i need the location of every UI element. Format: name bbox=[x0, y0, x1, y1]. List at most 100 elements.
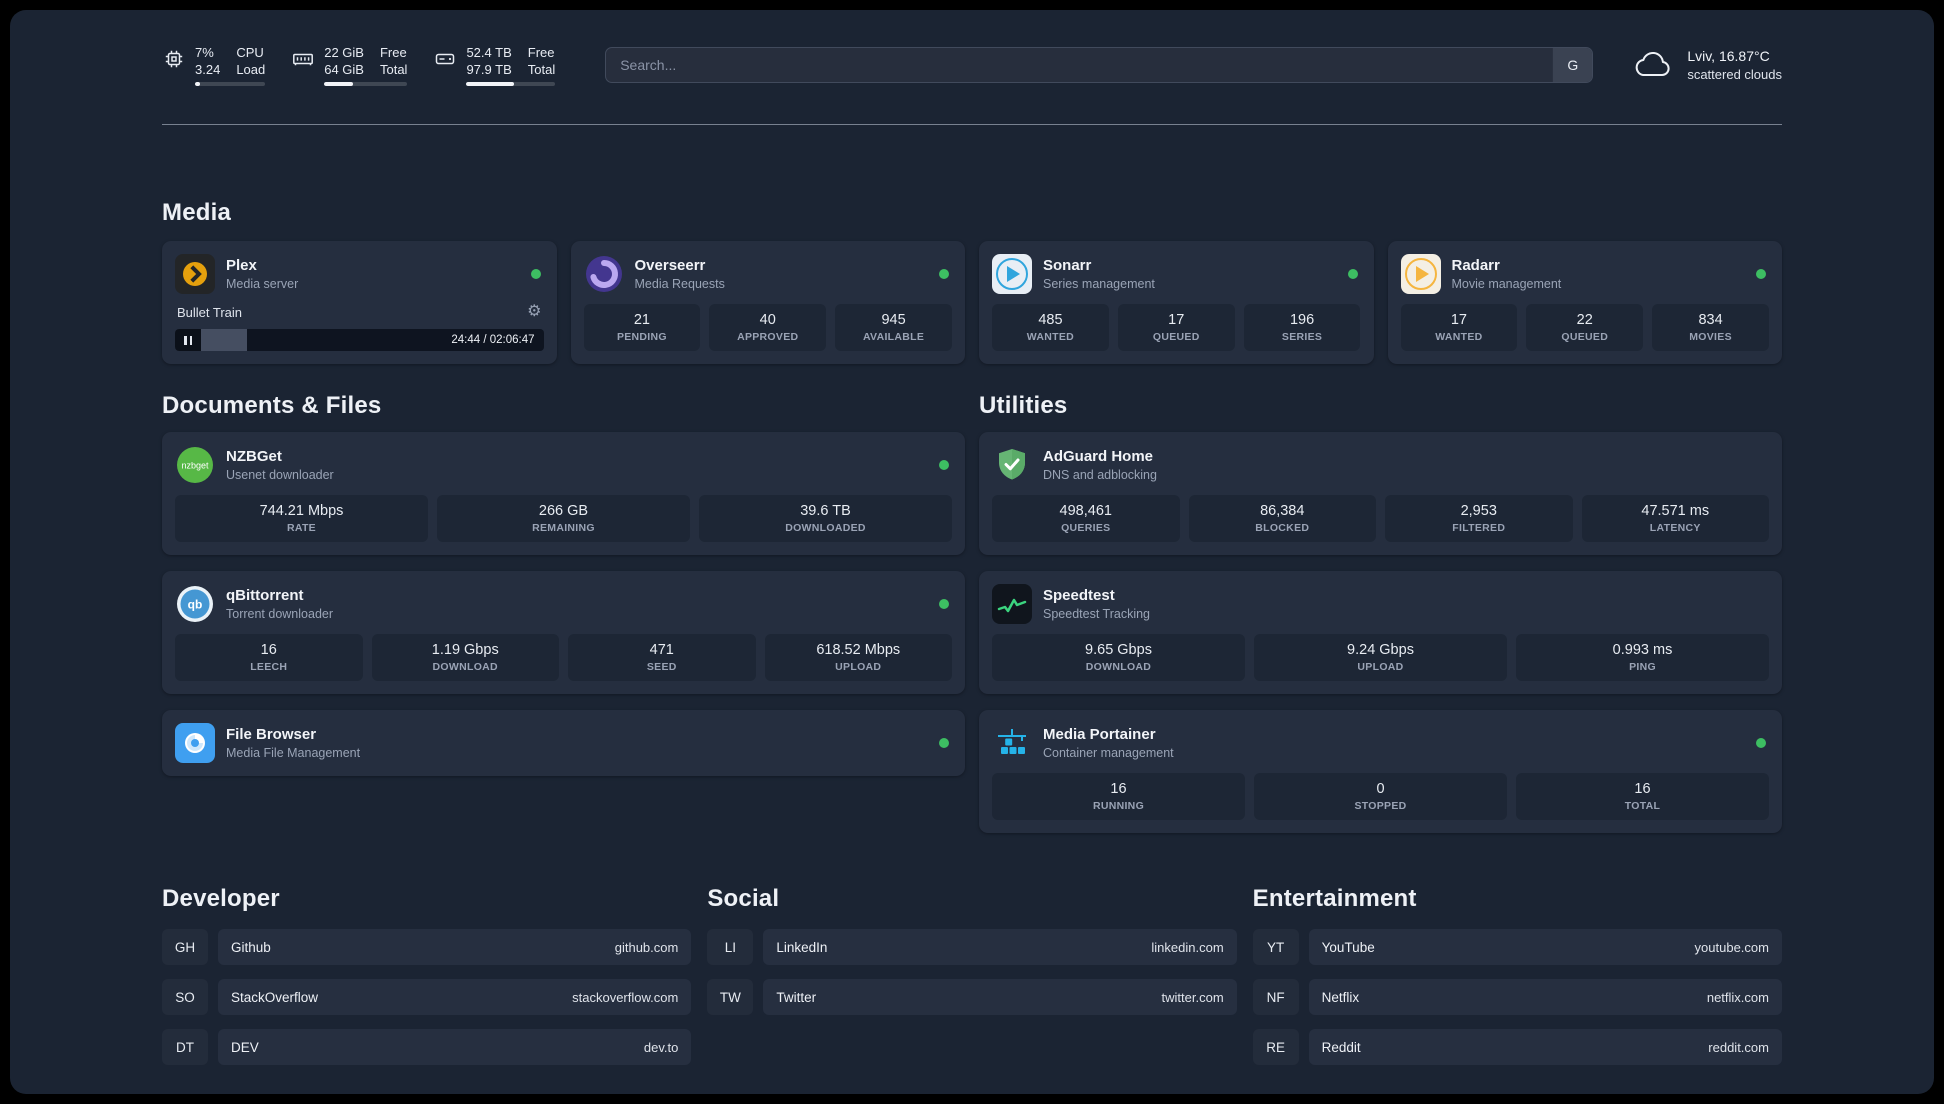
bookmark-row: TW Twitter twitter.com bbox=[707, 979, 1237, 1015]
playback-progress-bar: 24:44 / 02:06:47 bbox=[175, 329, 544, 351]
weather-widget: Lviv, 16.87°C scattered clouds bbox=[1631, 48, 1782, 82]
app-title: Speedtest bbox=[1043, 587, 1115, 604]
app-subtitle: Media File Management bbox=[226, 746, 361, 760]
nzbget-icon: nzbget bbox=[175, 445, 215, 485]
weather-location: Lviv, 16.87°C bbox=[1687, 48, 1770, 64]
bookmark-abbr: YT bbox=[1252, 929, 1299, 965]
disk-widget: 52.4 TB Free 97.9 TB Total bbox=[433, 44, 556, 86]
bookmark-link-linkedin[interactable]: LinkedIn linkedin.com bbox=[763, 929, 1237, 965]
filebrowser-card[interactable]: File Browser Media File Management bbox=[162, 710, 965, 776]
search-provider-button[interactable]: G bbox=[1552, 48, 1593, 82]
hard-drive-icon bbox=[436, 53, 455, 65]
section-heading-developer: Developer bbox=[162, 885, 280, 912]
radarr-card[interactable]: Radarr Movie management 17 WANTED 22 QUE… bbox=[1387, 241, 1782, 364]
app-subtitle: DNS and adblocking bbox=[1043, 468, 1157, 482]
status-online-dot bbox=[939, 599, 949, 609]
bookmark-link-reddit[interactable]: Reddit reddit.com bbox=[1308, 1029, 1782, 1065]
app-title: Plex bbox=[226, 257, 257, 274]
svg-text:nzbget: nzbget bbox=[181, 461, 209, 471]
stat-ping: 0.993 ms PING bbox=[1516, 634, 1769, 681]
filebrowser-icon bbox=[175, 723, 215, 763]
radarr-icon bbox=[1400, 254, 1441, 294]
section-documents-files: Documents & Files nzbget NZBGet Usenet d… bbox=[162, 392, 965, 776]
disk-meter bbox=[466, 82, 556, 86]
search-bar: G bbox=[605, 47, 1594, 83]
stat-running: 16 RUNNING bbox=[992, 773, 1245, 820]
section-heading-documents: Documents & Files bbox=[162, 392, 382, 419]
stat-remaining: 266 GB REMAINING bbox=[437, 495, 690, 542]
status-online-dot bbox=[1756, 269, 1766, 279]
search-input[interactable] bbox=[606, 48, 1553, 82]
bookmark-link-netflix[interactable]: Netflix netflix.com bbox=[1308, 979, 1782, 1015]
disk-free-label: Free bbox=[527, 45, 555, 60]
stat-approved: 40 APPROVED bbox=[709, 304, 827, 351]
ram-total-value: 64 GiB bbox=[324, 62, 364, 77]
bookmarks-entertainment: Entertainment YT YouTube youtube.com NF … bbox=[1252, 885, 1782, 1079]
nzbget-card[interactable]: nzbget NZBGet Usenet downloader 744.21 M… bbox=[162, 432, 965, 555]
stat-available: 945 AVAILABLE bbox=[835, 304, 952, 351]
app-subtitle: Speedtest Tracking bbox=[1043, 607, 1151, 621]
stat-download: 1.19 Gbps DOWNLOAD bbox=[371, 634, 559, 681]
portainer-crane-icon bbox=[992, 723, 1032, 763]
stat-series: 196 SERIES bbox=[1243, 304, 1361, 351]
cpu-load-label: Load bbox=[236, 62, 266, 77]
bookmark-row: NF Netflix netflix.com bbox=[1252, 979, 1782, 1015]
app-subtitle: Series management bbox=[1043, 277, 1155, 291]
gear-icon[interactable]: ⚙ bbox=[527, 304, 541, 320]
now-playing-title: Bullet Train bbox=[177, 304, 243, 320]
app-title: Overseerr bbox=[634, 257, 706, 274]
section-heading-social: Social bbox=[707, 885, 780, 912]
cloud-icon bbox=[1635, 51, 1670, 77]
app-title: AdGuard Home bbox=[1043, 448, 1154, 465]
section-utilities: Utilities AdGuard Home DNS and adblockin… bbox=[979, 392, 1782, 833]
bookmark-row: DT DEV dev.to bbox=[162, 1029, 692, 1065]
bookmark-link-dev[interactable]: DEV dev.to bbox=[218, 1029, 692, 1065]
status-online-dot bbox=[939, 460, 949, 470]
stat-leech: 16 LEECH bbox=[175, 634, 363, 681]
bookmark-row: YT YouTube youtube.com bbox=[1252, 929, 1782, 965]
qbittorrent-card[interactable]: qb qBittorrent Torrent downloader 16 LEE… bbox=[162, 571, 965, 694]
bookmark-row: GH Github github.com bbox=[162, 929, 692, 965]
app-title: Radarr bbox=[1451, 257, 1500, 274]
bookmark-link-youtube[interactable]: YouTube youtube.com bbox=[1308, 929, 1782, 965]
status-online-dot bbox=[939, 738, 949, 748]
playback-time: 24:44 / 02:06:47 bbox=[451, 334, 535, 346]
ram-memory-icon bbox=[293, 53, 314, 66]
speedtest-card[interactable]: Speedtest Speedtest Tracking 9.65 Gbps D… bbox=[979, 571, 1782, 694]
bookmark-abbr: SO bbox=[162, 979, 208, 1015]
plex-card[interactable]: Plex Media server Bullet Train ⚙ 24:44 /… bbox=[162, 241, 557, 364]
adguard-shield-icon bbox=[992, 445, 1032, 485]
adguard-card[interactable]: AdGuard Home DNS and adblocking 498,461 … bbox=[979, 432, 1782, 555]
stat-movies: 834 MOVIES bbox=[1652, 304, 1769, 351]
bookmark-row: SO StackOverflow stackoverflow.com bbox=[162, 979, 692, 1015]
bookmark-abbr: GH bbox=[162, 929, 208, 965]
sonarr-card[interactable]: Sonarr Series management 485 WANTED 17 Q… bbox=[979, 241, 1374, 364]
bookmark-link-twitter[interactable]: Twitter twitter.com bbox=[763, 979, 1237, 1015]
overseerr-icon bbox=[584, 254, 624, 294]
stat-seed: 471 SEED bbox=[568, 634, 756, 681]
section-heading-entertainment: Entertainment bbox=[1252, 885, 1417, 912]
stat-download: 9.65 Gbps DOWNLOAD bbox=[992, 634, 1245, 681]
stat-wanted: 485 WANTED bbox=[992, 304, 1109, 351]
stat-upload: 618.52 Mbps UPLOAD bbox=[764, 634, 952, 681]
qbittorrent-icon: qb bbox=[175, 584, 215, 624]
app-subtitle: Media server bbox=[226, 277, 299, 291]
bookmark-link-stackoverflow[interactable]: StackOverflow stackoverflow.com bbox=[218, 979, 692, 1015]
disk-free-value: 52.4 TB bbox=[466, 45, 512, 60]
section-heading-utilities: Utilities bbox=[979, 392, 1068, 419]
bookmark-link-github[interactable]: Github github.com bbox=[218, 929, 692, 965]
stat-pending: 21 PENDING bbox=[583, 304, 701, 351]
dashboard-page: 7% CPU 3.24 Load 22 GiB Free 64 GiB Tota… bbox=[10, 10, 1934, 1094]
stat-queued: 22 QUEUED bbox=[1526, 304, 1644, 351]
portainer-card[interactable]: Media Portainer Container management 16 … bbox=[979, 710, 1782, 833]
stat-filtered: 2,953 FILTERED bbox=[1385, 495, 1573, 542]
overseerr-card[interactable]: Overseerr Media Requests 21 PENDING 40 A… bbox=[570, 241, 965, 364]
app-title: qBittorrent bbox=[226, 587, 304, 604]
app-title: NZBGet bbox=[226, 448, 282, 465]
cpu-label: CPU bbox=[236, 45, 264, 60]
status-online-dot bbox=[1756, 738, 1766, 748]
stat-upload: 9.24 Gbps UPLOAD bbox=[1254, 634, 1507, 681]
section-heading-media: Media bbox=[162, 199, 232, 226]
bookmark-abbr: TW bbox=[707, 979, 754, 1015]
pause-button[interactable] bbox=[175, 329, 201, 351]
